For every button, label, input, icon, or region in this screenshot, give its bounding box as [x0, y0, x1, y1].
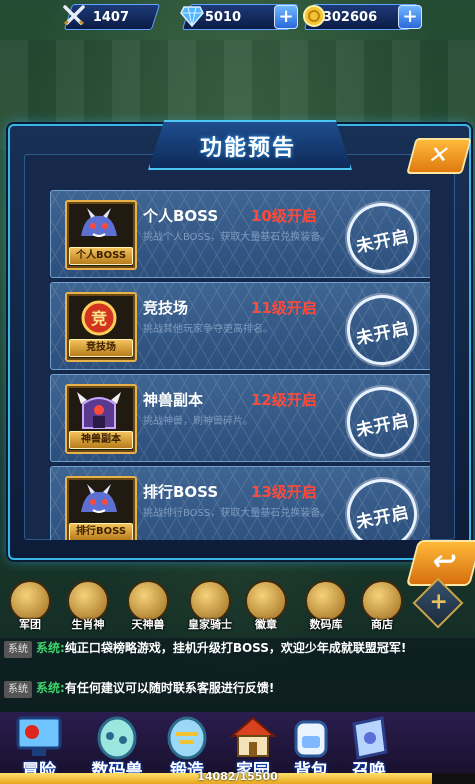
gold-value: 302606 — [323, 9, 378, 25]
chat-source: 系统: — [36, 681, 65, 695]
icon-label: 商店 — [371, 618, 393, 631]
feature-card-personal-boss[interactable]: 个人BOSS 个人BOSS 10级开启 挑战个人BOSS，获取大量基石兑换装备。… — [50, 190, 430, 280]
feature-name: 竞技场 — [143, 299, 189, 317]
feature-name: 神兽副本 — [143, 391, 204, 409]
currency-bar: 1407 5010 + 302606 + — [0, 0, 475, 34]
chat-text: 有任何建议可以随时联系客服进行反馈! — [64, 681, 275, 695]
diamond-value: 5010 — [205, 9, 242, 25]
feature-list[interactable]: 个人BOSS 个人BOSS 10级开启 挑战个人BOSS，获取大量基石兑换装备。… — [50, 190, 430, 540]
return-arrow-icon[interactable]: ↩ — [429, 544, 461, 577]
unlock-level: 12级开启 — [251, 391, 317, 409]
summon-device-icon — [352, 716, 388, 760]
house-icon — [229, 716, 277, 757]
feature-card-ranking-boss[interactable]: 排行BOSS 排行BOSS 13级开启 挑战排行BOSS，获取大量基石兑换装备。… — [50, 466, 430, 540]
dungeon-gate-icon — [77, 392, 121, 429]
gold-coin-icon — [300, 2, 328, 30]
feature-icon-strip: 军团 生肖神 天神兽 皇家骑士 徽章 数码库 商店 — [0, 580, 475, 638]
ranking-boss-thumbnail: 排行BOSS — [65, 476, 137, 540]
shop-button[interactable]: 商店 — [356, 580, 408, 632]
feature-card-beast-dungeon[interactable]: 神兽副本 神兽副本 12级开启 挑战神兽，刷神兽碎片。 未开启 — [50, 374, 430, 464]
thumb-label: 竞技场 — [69, 339, 133, 357]
chat-message: 系统 系统:纯正口袋榜略游戏，挂机升级打BOSS，欢迎少年成就联盟冠军! — [4, 640, 464, 658]
experience-text: 14082/15500 — [197, 770, 278, 783]
close-icon[interactable]: ✕ — [425, 141, 453, 169]
monitor-icon — [16, 716, 62, 756]
royal-knight-button[interactable]: 皇家骑士 — [184, 580, 236, 632]
power-value: 1407 — [93, 9, 130, 25]
add-diamond-button[interactable]: + — [274, 5, 298, 29]
beast-dungeon-thumbnail: 神兽副本 — [65, 384, 137, 454]
icon-label: 军团 — [19, 618, 41, 631]
unlock-level: 11级开启 — [251, 299, 317, 317]
feature-description: 挑战其他玩家争夺更高排名。 — [143, 324, 273, 335]
close-button[interactable]: ✕ — [406, 138, 472, 174]
icon-label: 徽章 — [255, 618, 277, 631]
chat-channel-tag: 系统 — [4, 681, 32, 698]
arena-drum-icon: 竞 — [81, 300, 117, 336]
chat-text: 纯正口袋榜略游戏，挂机升级打BOSS，欢迎少年成就联盟冠军! — [64, 641, 407, 655]
dialog-title: 功能预告 — [199, 136, 296, 161]
digi-egg-icon — [97, 716, 137, 760]
feature-name: 个人BOSS — [143, 207, 219, 225]
zodiac-god-button[interactable]: 生肖神 — [62, 580, 114, 632]
system-chat[interactable]: 系统 系统:纯正口袋榜略游戏，挂机升级打BOSS，欢迎少年成就联盟冠军! 系统 系统… — [0, 638, 475, 718]
svg-text:竞: 竞 — [91, 309, 107, 328]
dragon-boss-icon — [81, 208, 117, 237]
celestial-beast-button[interactable]: 天神兽 — [122, 580, 174, 632]
thumb-label: 神兽副本 — [69, 431, 133, 449]
thumb-label: 个人BOSS — [69, 247, 133, 265]
feature-description: 挑战排行BOSS，获取大量基石兑换装备。 — [143, 508, 331, 519]
icon-label: 皇家骑士 — [188, 618, 232, 631]
thumb-label: 排行BOSS — [69, 523, 133, 540]
forge-egg-icon — [167, 716, 207, 760]
icon-label: 数码库 — [309, 618, 343, 631]
feature-name: 排行BOSS — [143, 483, 219, 501]
feature-card-arena[interactable]: 竞 竞技场 竞技场 11级开启 挑战其他玩家争夺更高排名。 未开启 — [50, 282, 430, 372]
digimon-library-button[interactable]: 数码库 — [300, 580, 352, 632]
add-gold-button[interactable]: + — [398, 5, 422, 29]
unlock-level: 13级开启 — [251, 483, 317, 501]
stamp-text: 未开启 — [354, 410, 412, 442]
icon-label: 天神兽 — [131, 618, 165, 631]
badge-button[interactable]: 徽章 — [240, 580, 292, 632]
chat-source: 系统: — [36, 641, 65, 655]
feature-description: 挑战神兽，刷神兽碎片。 — [143, 416, 253, 427]
chat-channel-tag: 系统 — [4, 641, 32, 658]
crossed-swords-icon — [60, 2, 88, 30]
unlock-level: 10级开启 — [251, 207, 317, 225]
diamond-icon — [178, 2, 206, 30]
personal-boss-thumbnail: 个人BOSS — [65, 200, 137, 270]
icon-label: 生肖神 — [71, 618, 105, 631]
dragon-boss-icon — [81, 484, 117, 513]
chat-message: 系统 系统:有任何建议可以随时联系客服进行反馈! — [4, 680, 464, 698]
stamp-text: 未开启 — [354, 318, 412, 350]
arena-thumbnail: 竞 竞技场 — [65, 292, 137, 362]
backpack-icon — [294, 720, 328, 758]
plus-icon[interactable]: + — [423, 587, 455, 617]
legion-button[interactable]: 军团 — [4, 580, 56, 632]
stamp-text: 未开启 — [354, 502, 412, 534]
stamp-text: 未开启 — [354, 226, 412, 258]
feature-description: 挑战个人BOSS，获取大量基石兑换装备。 — [143, 232, 331, 243]
